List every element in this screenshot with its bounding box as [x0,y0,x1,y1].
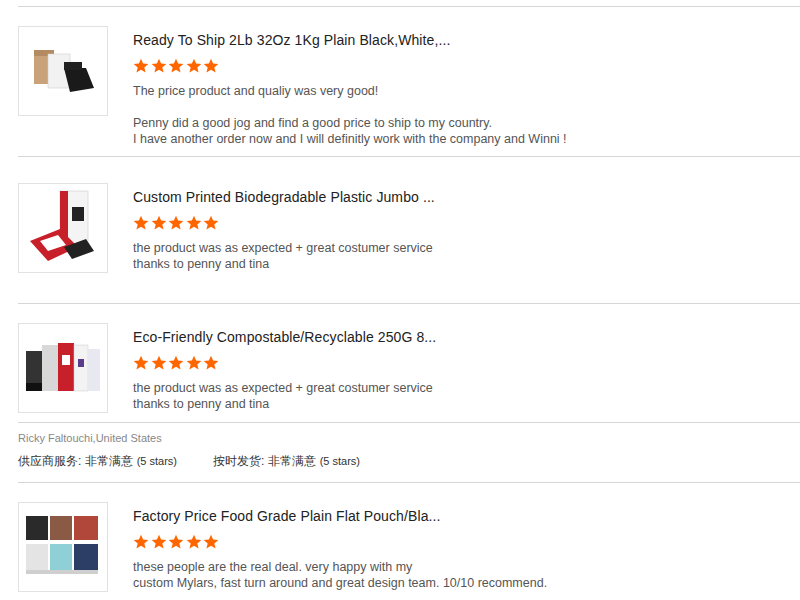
review-text: these people are the real deal. very hap… [133,559,800,591]
product-image-icon[interactable] [20,504,106,590]
star-icon [168,534,184,550]
rating-label: 按时发货: 非常满意 [213,453,316,469]
review-paragraph: the product was as expected + great cost… [133,240,800,272]
star-icon [186,58,202,74]
star-icon [168,215,184,231]
star-icon [133,58,149,74]
star-icon [151,355,167,371]
review-main: Factory Price Food Grade Plain Flat Pouc… [18,502,800,592]
star-icon [133,534,149,550]
star-icon [186,534,202,550]
review-paragraph: The price product and qualiy was very go… [133,83,800,99]
review-list: Ready To Ship 2Lb 32Oz 1Kg Plain Black,W… [0,0,800,600]
star-rating [133,215,800,231]
star-icon [151,58,167,74]
star-icon [151,215,167,231]
star-icon [203,355,219,371]
rating-label: 供应商服务: 非常满意 [18,453,133,469]
review-paragraph: Penny did a good jog and find a good pri… [133,115,800,147]
product-thumbnail[interactable] [18,323,108,413]
review-text: the product was as expected + great cost… [133,240,800,272]
star-icon [203,534,219,550]
rating-item: 供应商服务: 非常满意(5 stars) [18,453,177,469]
star-icon [133,355,149,371]
star-icon [133,215,149,231]
review-text: The price product and qualiy was very go… [133,83,800,147]
product-thumbnail[interactable] [18,183,108,273]
rating-summary: 供应商服务: 非常满意(5 stars)按时发货: 非常满意(5 stars) [18,453,800,469]
rating-note: (5 stars) [137,453,177,469]
product-thumbnail[interactable] [18,502,108,592]
review-body: Eco-Friendly Compostable/Recyclable 250G… [133,323,800,413]
reviewer-name: Ricky Faltouchi,United States [18,431,800,445]
star-icon [151,534,167,550]
review-main: Custom Printed Biodegradable Plastic Jum… [18,183,800,273]
review-body: Factory Price Food Grade Plain Flat Pouc… [133,502,800,592]
star-icon [168,355,184,371]
product-title[interactable]: Ready To Ship 2Lb 32Oz 1Kg Plain Black,W… [133,31,800,49]
review-paragraph: the product was as expected + great cost… [133,380,800,412]
review-body: Ready To Ship 2Lb 32Oz 1Kg Plain Black,W… [133,26,800,147]
review-item: Factory Price Food Grade Plain Flat Pouc… [18,482,800,600]
review-text: the product was as expected + great cost… [133,380,800,412]
product-image-icon[interactable] [20,185,106,271]
reviewer-info: Ricky Faltouchi,United States 供应商服务: 非常满意… [18,422,800,482]
rating-note: (5 stars) [320,453,360,469]
star-rating [133,534,800,550]
product-title[interactable]: Eco-Friendly Compostable/Recyclable 250G… [133,328,800,346]
rating-item: 按时发货: 非常满意(5 stars) [213,453,360,469]
review-body: Custom Printed Biodegradable Plastic Jum… [133,183,800,273]
star-icon [186,355,202,371]
product-thumbnail[interactable] [18,26,108,116]
review-item: Custom Printed Biodegradable Plastic Jum… [18,156,800,303]
star-icon [203,215,219,231]
product-title[interactable]: Factory Price Food Grade Plain Flat Pouc… [133,507,800,525]
review-item: Ready To Ship 2Lb 32Oz 1Kg Plain Black,W… [18,6,800,156]
product-image-icon[interactable] [20,325,106,411]
review-main: Ready To Ship 2Lb 32Oz 1Kg Plain Black,W… [18,26,800,147]
star-icon [203,58,219,74]
star-rating [133,58,800,74]
review-main: Eco-Friendly Compostable/Recyclable 250G… [18,323,800,413]
review-item: Eco-Friendly Compostable/Recyclable 250G… [18,303,800,482]
star-icon [168,58,184,74]
product-image-icon[interactable] [20,28,106,114]
review-paragraph: these people are the real deal. very hap… [133,559,800,591]
star-icon [186,215,202,231]
star-rating [133,355,800,371]
product-title[interactable]: Custom Printed Biodegradable Plastic Jum… [133,188,800,206]
